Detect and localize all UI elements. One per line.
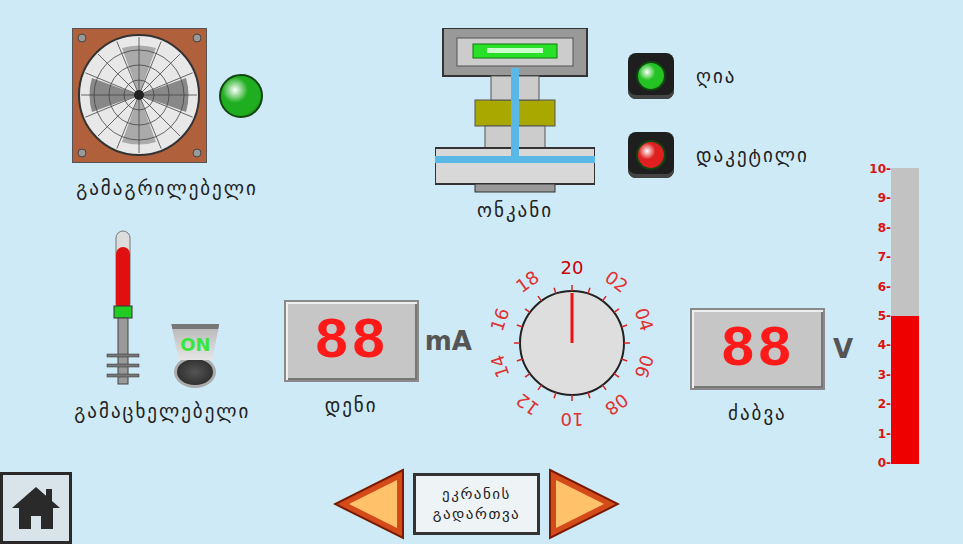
- valve-icon: [435, 28, 595, 193]
- bar-scale: 10- 9- 8- 7- 6- 5- 4- 3- 2- 1- 0-: [863, 162, 891, 470]
- indicator-light: [636, 61, 666, 91]
- bar-tick: 8-: [878, 221, 891, 235]
- current-unit: mA: [425, 326, 472, 356]
- fan-status-light: [219, 74, 263, 118]
- dial-tick: 06: [631, 352, 658, 380]
- arrow-left-icon: [333, 468, 405, 540]
- bar-tick: 2-: [878, 397, 891, 411]
- dial-tick: 16: [486, 305, 513, 333]
- hmi-screen: გამაგრილებელი ონკანი ღია დაკეტილი ON გამაცხელ…: [0, 0, 963, 544]
- heater-panel: ON გამაცხელებელი: [55, 230, 270, 422]
- bar-tick: 5-: [878, 309, 891, 323]
- bar-track: [891, 168, 919, 464]
- prev-screen-button[interactable]: [333, 468, 405, 540]
- voltage-display: 88: [690, 308, 825, 390]
- dial-tick: 10: [560, 409, 583, 430]
- dial-tick: 02: [601, 266, 632, 296]
- bar-tick: 7-: [878, 250, 891, 264]
- bar-tick: 4-: [878, 338, 891, 352]
- dial-tick: 08: [601, 389, 632, 419]
- dial-tick: 12: [512, 389, 543, 419]
- dial[interactable]: 20 02 04 06 08 10 12 14 16 18: [472, 245, 672, 435]
- heater-label: გამაცხელებელი: [74, 400, 250, 422]
- dial-pointer: [570, 293, 573, 343]
- bar-tick: 0-: [878, 456, 891, 470]
- dial-panel: 20 02 04 06 08 10 12 14 16 18: [472, 245, 672, 435]
- current-panel: 88mA დენი: [284, 300, 472, 416]
- valve-panel: ონკანი: [430, 28, 600, 221]
- dial-tick: 04: [631, 305, 658, 333]
- level-bar: 10- 9- 8- 7- 6- 5- 4- 3- 2- 1- 0-: [853, 0, 919, 470]
- next-screen-button[interactable]: [548, 468, 620, 540]
- current-display: 88: [284, 300, 419, 382]
- home-button[interactable]: [0, 472, 72, 544]
- valve-indicators: ღია დაკეტილი: [628, 28, 809, 178]
- indicator-label: ღია: [696, 65, 736, 87]
- home-icon: [10, 484, 62, 532]
- bar-tick: 10-: [869, 162, 891, 176]
- bar-tick: 6-: [878, 280, 891, 294]
- voltage-label: ძაბვა: [690, 402, 825, 424]
- fan-panel: გამაგრილებელი: [62, 28, 272, 199]
- fan-label: გამაგრილებელი: [76, 177, 258, 199]
- screen-nav: ეკრანისგადართვა: [333, 468, 620, 540]
- indicator-label: დაკეტილი: [696, 144, 809, 166]
- voltage-panel: 88 Vძაბვა: [690, 308, 853, 424]
- current-label: დენი: [284, 394, 419, 416]
- valve-label: ონკანი: [477, 199, 553, 221]
- valve-indicator: ღია: [628, 53, 809, 99]
- bar-tick: 1-: [878, 427, 891, 441]
- bar-fill: [891, 316, 919, 464]
- switch-screen-button[interactable]: ეკრანისგადართვა: [413, 473, 540, 535]
- heater-icon: [105, 230, 141, 388]
- dial-tick: 20: [560, 257, 583, 278]
- indicator-light: [636, 140, 666, 170]
- bar-tick: 9-: [878, 191, 891, 205]
- valve-indicator: დაკეტილი: [628, 132, 809, 178]
- arrow-right-icon: [548, 468, 620, 540]
- dial-tick: 14: [486, 352, 513, 380]
- heater-switch[interactable]: ON: [171, 324, 219, 388]
- voltage-unit: V: [833, 334, 853, 364]
- fan-icon: [72, 28, 207, 163]
- bar-tick: 3-: [878, 368, 891, 382]
- dial-tick: 18: [512, 266, 543, 296]
